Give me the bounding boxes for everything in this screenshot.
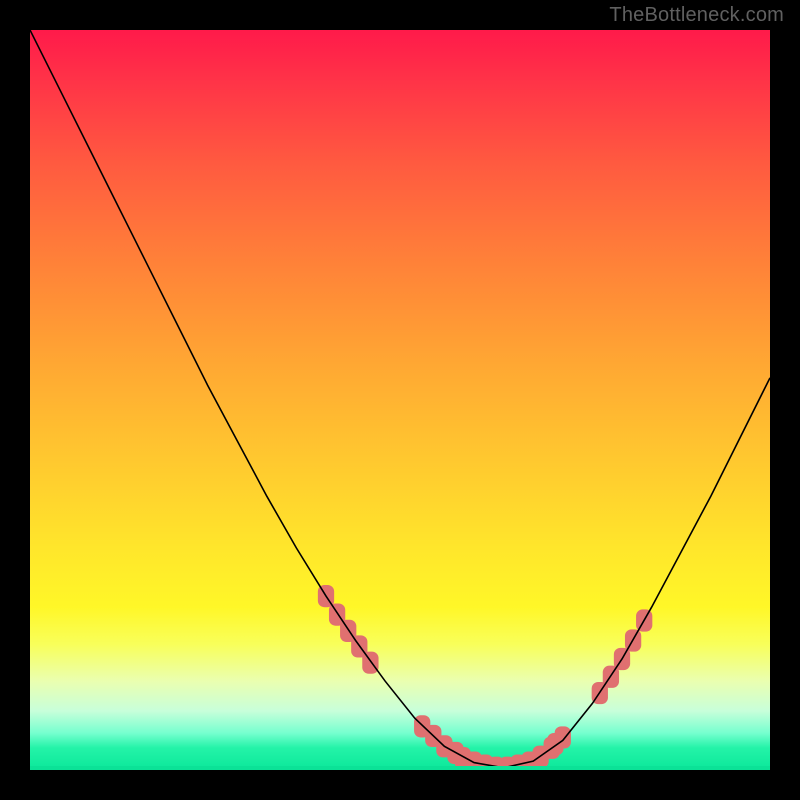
chart-svg xyxy=(30,30,770,770)
curve-marker xyxy=(362,652,378,674)
marker-layer xyxy=(318,585,652,770)
baseline-strip xyxy=(30,766,770,770)
watermark-text: TheBottleneck.com xyxy=(609,4,784,27)
plot-area xyxy=(30,30,770,770)
bottleneck-curve-path xyxy=(30,30,770,768)
